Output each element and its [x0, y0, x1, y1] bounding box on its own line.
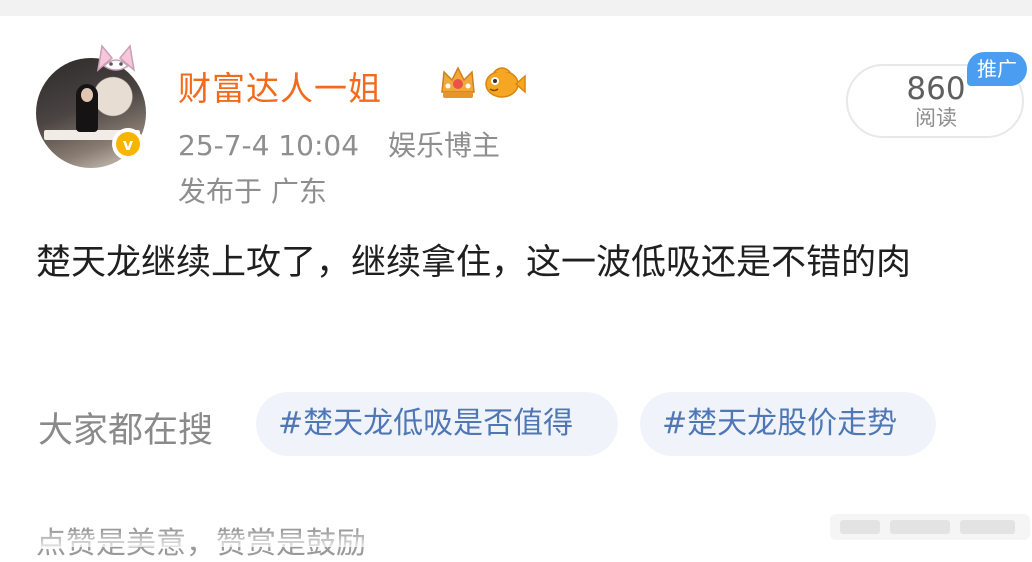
post-time: 25-7-4 10:04: [178, 129, 360, 162]
author-category: 娱乐博主: [387, 129, 500, 162]
top-bar: [0, 0, 1032, 16]
post-location: 发布于 广东: [178, 175, 327, 208]
search-tag[interactable]: #楚天龙股价走势: [640, 392, 936, 456]
avatar-face: [81, 88, 93, 102]
cat-ear-icon: [96, 44, 136, 72]
read-label: 阅读: [915, 106, 957, 130]
crown-badge-icon[interactable]: [438, 62, 478, 102]
promo-badge[interactable]: 推广: [967, 52, 1027, 86]
fish-badge-icon[interactable]: [482, 62, 526, 102]
trending-search-label: 大家都在搜: [38, 411, 214, 451]
post-body-text: 楚天龙继续上攻了，继续拿住，这一波低吸还是不错的肉: [36, 243, 912, 283]
author-name[interactable]: 财富达人一姐: [178, 62, 382, 110]
post-meta: 25-7-4 10:04 娱乐博主: [178, 124, 500, 164]
search-tag[interactable]: #楚天龙低吸是否值得: [256, 392, 618, 456]
author-avatar-group[interactable]: v: [36, 40, 154, 168]
verified-badge-icon: v: [112, 128, 144, 160]
watermark-blur: [830, 514, 1030, 540]
